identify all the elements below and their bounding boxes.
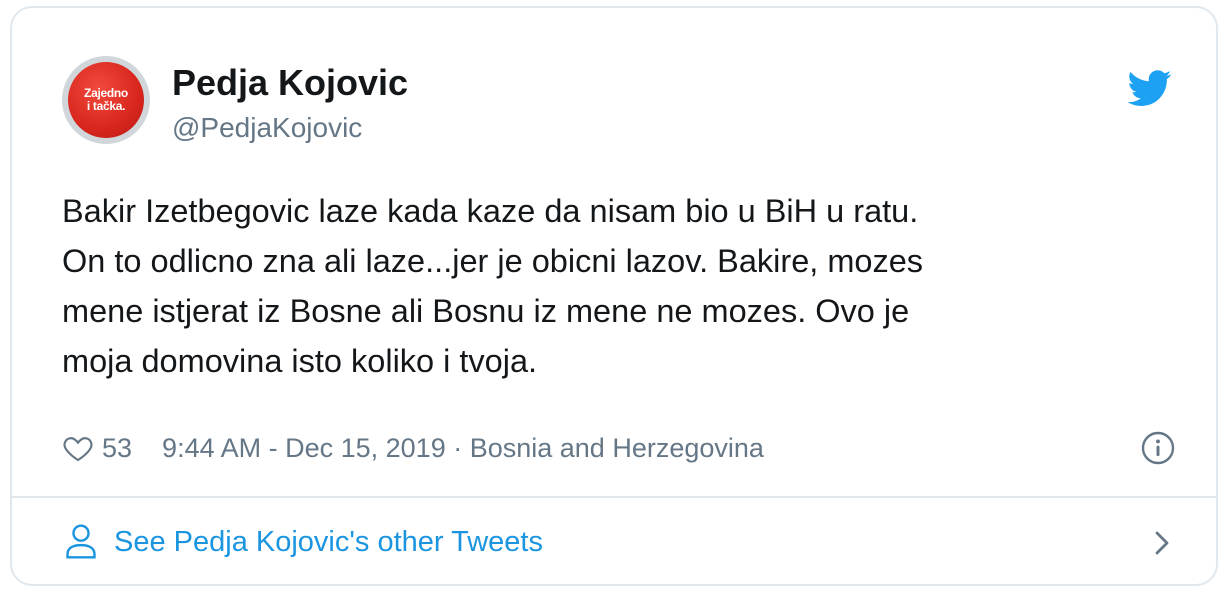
tweet-text-line: On to odlicno zna ali laze...jer je obic… [62, 243, 924, 279]
tweet-text-line: mene istjerat iz Bosne ali Bosnu iz mene… [62, 293, 910, 329]
tweet-card: Zajedno i tačka. Pedja Kojovic @PedjaKoj… [10, 6, 1218, 586]
chevron-right-icon[interactable] [1150, 528, 1174, 558]
heart-icon[interactable] [62, 432, 94, 464]
avatar-logo: Zajedno i tačka. [68, 62, 144, 138]
twitter-bird-icon[interactable] [1128, 66, 1172, 110]
tweet-text-line: Bakir Izetbegovic laze kada kaze da nisa… [62, 193, 919, 229]
tweet-meta: 53 9:44 AM - Dec 15, 2019 · Bosnia and H… [62, 426, 764, 470]
other-tweets-link[interactable]: See Pedja Kojovic's other Tweets [114, 526, 543, 559]
info-icon[interactable] [1140, 430, 1176, 466]
author-name[interactable]: Pedja Kojovic [172, 62, 408, 104]
author-handle[interactable]: @PedjaKojovic [172, 112, 362, 144]
avatar-logo-line-2: i tačka. [86, 99, 126, 113]
avatar[interactable]: Zajedno i tačka. [62, 56, 150, 144]
tweet-text-line: moja domovina isto koliko i tvoja. [62, 343, 538, 379]
tweet-timestamp[interactable]: 9:44 AM - Dec 15, 2019 · Bosnia and Herz… [162, 433, 764, 464]
tweet-header: Zajedno i tačka. Pedja Kojovic @PedjaKoj… [12, 8, 1216, 158]
tweet-text: Bakir Izetbegovic laze kada kaze da nisa… [62, 186, 1182, 386]
like-count[interactable]: 53 [102, 433, 132, 464]
footer[interactable]: See Pedja Kojovic's other Tweets [12, 498, 1216, 586]
person-icon [66, 524, 96, 559]
